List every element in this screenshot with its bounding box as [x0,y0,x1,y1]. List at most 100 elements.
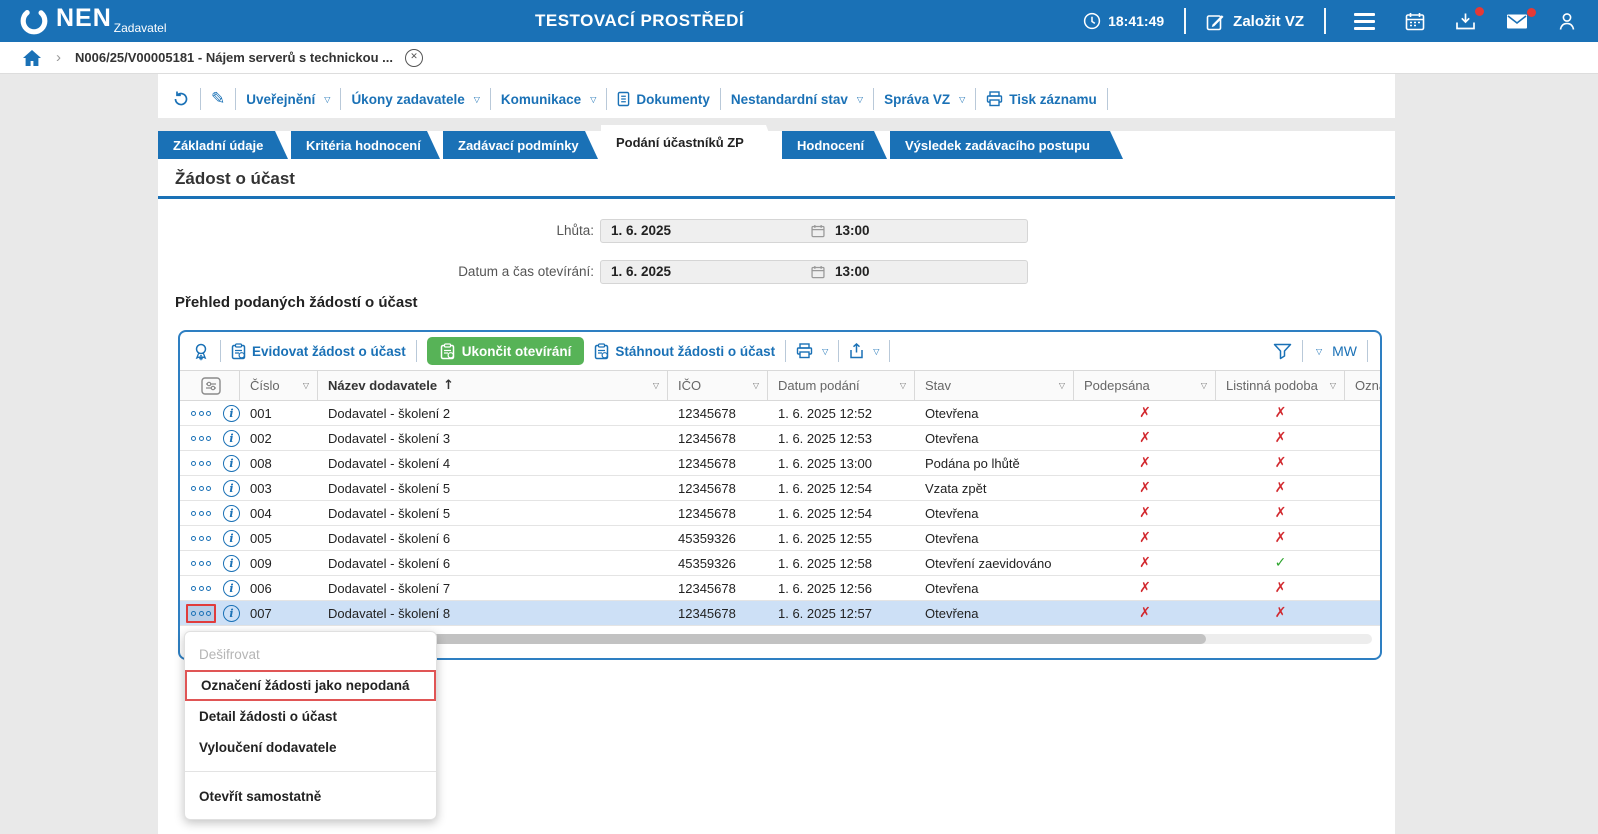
row-info-icon[interactable]: i [223,480,240,497]
table-row[interactable]: i 009 Dodavatel - školení 6 45359326 1. … [180,551,1382,576]
menu-uverejneni[interactable]: Uveřejnění▽ [246,92,330,107]
table-row[interactable]: i 002 Dodavatel - školení 3 12345678 1. … [180,426,1382,451]
row-info-icon[interactable]: i [223,580,240,597]
cell-podepsana: ✗ [1074,526,1216,550]
sort-asc-icon: ↑ [443,378,454,393]
nen-logo[interactable]: NEN Zadavatel [18,5,167,37]
row-actions-menu-button[interactable] [186,529,216,548]
messages-button[interactable] [1498,13,1536,30]
column-header-listinna-podoba[interactable]: Listinná podoba▽ [1216,371,1345,400]
table-row[interactable]: i 001 Dodavatel - školení 2 12345678 1. … [180,401,1382,426]
column-settings-cell[interactable] [180,371,240,400]
row-info-icon[interactable]: i [223,405,240,422]
table-row[interactable]: i 008 Dodavatel - školení 4 12345678 1. … [180,451,1382,476]
cell-datum-podani: 1. 6. 2025 12:54 [768,476,915,500]
divider [416,340,417,362]
calendar-button[interactable] [1397,12,1433,31]
close-record-icon[interactable]: ✕ [405,49,423,67]
stahnout-zadosti-button[interactable]: Stáhnout žádosti o účast [594,343,775,360]
tab-zadavaci-podminky[interactable]: Zadávací podmínky [443,131,598,159]
print-table-button[interactable]: ▽ [796,343,828,359]
row-actions-menu-button[interactable] [186,504,216,523]
menu-komunikace[interactable]: Komunikace▽ [501,92,596,107]
refresh-button[interactable] [172,90,190,108]
column-header-oznacena[interactable]: Označe [1345,371,1382,400]
cell-nazev-dodavatele: Dodavatel - školení 6 [318,551,668,575]
create-vz-button[interactable]: Založit VZ [1206,12,1304,31]
row-actions-menu-button[interactable] [186,479,216,498]
column-header-nazev-dodavatele[interactable]: Název dodavatele↑▽ [318,371,668,400]
context-menu-item[interactable]: Detail žádosti o účast [185,701,436,732]
tab-podani-ucastniku-zp[interactable]: Podání účastníků ZP [601,125,779,159]
table-row[interactable]: i 004 Dodavatel - školení 5 12345678 1. … [180,501,1382,526]
table-row[interactable]: i 003 Dodavatel - školení 5 12345678 1. … [180,476,1382,501]
tab-zakladni-udaje[interactable]: Základní údaje [158,131,288,159]
column-header-podepsana[interactable]: Podepsána▽ [1074,371,1216,400]
row-actions-menu-button[interactable] [186,429,216,448]
row-actions-menu-button[interactable] [186,454,216,473]
breadcrumb-record-link[interactable]: N006/25/V00005181 - Nájem serverů s tech… [75,50,393,65]
row-info-icon[interactable]: i [223,455,240,472]
tab-kriteria-hodnoceni[interactable]: Kritéria hodnocení [291,131,440,159]
tab-hodnoceni[interactable]: Hodnocení [782,131,887,159]
context-menu-item[interactable]: Označení žádosti jako nepodaná [185,670,436,701]
table-row[interactable]: i 007 Dodavatel - školení 8 12345678 1. … [180,601,1382,626]
certificate-button[interactable] [192,342,210,361]
row-info-icon[interactable]: i [223,555,240,572]
divider [785,340,786,362]
column-header-ico[interactable]: IČO▽ [668,371,768,400]
context-menu-item[interactable]: Dešifrovat [185,639,436,670]
menu-dokumenty[interactable]: Dokumenty [617,91,710,107]
cell-nazev-dodavatele: Dodavatel - školení 8 [318,601,668,625]
row-info-icon[interactable]: i [223,530,240,547]
table-row[interactable]: i 005 Dodavatel - školení 6 45359326 1. … [180,526,1382,551]
divider [158,196,1395,199]
row-actions-menu-button[interactable] [186,604,216,623]
cross-icon: ✗ [1139,405,1151,421]
datum-oteviran-field[interactable]: 1. 6. 2025 13:00 [600,260,1028,284]
record-toolbar: ✎ Uveřejnění▽ Úkony zadavatele▽ Komunika… [158,80,1395,118]
table-row[interactable]: i 006 Dodavatel - školení 7 12345678 1. … [180,576,1382,601]
context-menu-item[interactable]: Otevřít samostatně [185,781,436,812]
filter-caret-icon[interactable]: ▽ [653,381,659,390]
row-actions-menu-button[interactable] [186,404,216,423]
filter-caret-icon[interactable]: ▽ [900,381,906,390]
row-actions-menu-button[interactable] [186,554,216,573]
filter-caret-icon[interactable]: ▽ [1059,381,1065,390]
filter-caret-icon[interactable]: ▽ [1330,381,1336,390]
row-info-icon[interactable]: i [223,605,240,622]
column-header-datum-podani[interactable]: Datum podání▽ [768,371,915,400]
view-mode-mw-button[interactable]: MW [1332,343,1357,359]
home-button[interactable] [22,49,42,67]
cell-cislo: 007 [240,601,318,625]
ukoncit-oteviran-button[interactable]: Ukončit otevírání [427,337,585,365]
lhuta-field[interactable]: 1. 6. 2025 13:00 [600,219,1028,243]
filter-caret-icon[interactable]: ▽ [1201,381,1207,390]
view-dropdown-caret-icon[interactable]: ▽ [1316,347,1322,356]
user-profile-button[interactable] [1550,12,1584,31]
filter-button[interactable] [1273,343,1292,360]
cross-icon: ✗ [1139,505,1151,521]
menu-tisk-zaznamu[interactable]: Tisk záznamu [986,91,1097,107]
cell-listinna-podoba: ✗ [1216,476,1345,500]
downloads-button[interactable] [1447,12,1484,31]
row-actions-menu-button[interactable] [186,579,216,598]
edit-record-button[interactable]: ✎ [211,89,225,109]
menu-ukony-zadavatele[interactable]: Úkony zadavatele▽ [351,92,479,107]
cross-icon: ✗ [1275,605,1287,621]
evidovat-zadost-button[interactable]: Evidovat žádost o účast [231,343,406,360]
column-header-cislo[interactable]: Číslo▽ [240,371,318,400]
filter-caret-icon[interactable]: ▽ [303,381,309,390]
filter-caret-icon[interactable]: ▽ [753,381,759,390]
row-info-icon[interactable]: i [223,430,240,447]
menu-sprava-vz[interactable]: Správa VZ▽ [884,92,965,107]
menu-hamburger-button[interactable] [1346,13,1383,30]
row-info-icon[interactable]: i [223,505,240,522]
cross-icon: ✗ [1139,605,1151,621]
export-button[interactable]: ▽ [849,343,879,359]
tab-vysledek-zadavaciho-postupu[interactable]: Výsledek zadávacího postupu [890,131,1123,159]
column-header-stav[interactable]: Stav▽ [915,371,1074,400]
context-menu-item[interactable]: Vyloučení dodavatele [185,732,436,763]
menu-nestandardni-stav[interactable]: Nestandardní stav▽ [731,92,863,107]
clipboard-download-icon [594,343,609,360]
